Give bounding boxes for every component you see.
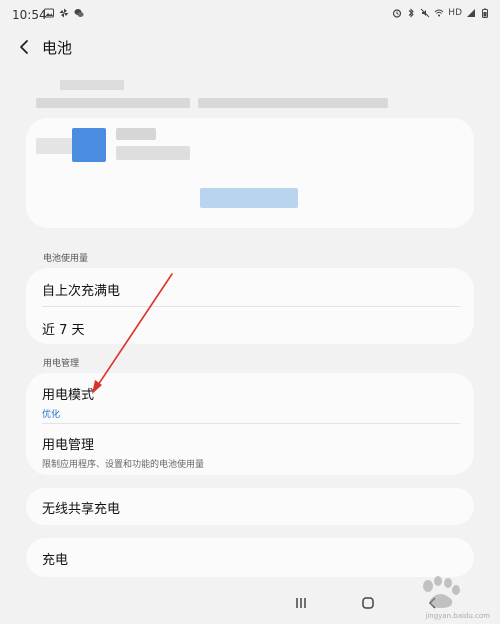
summary-blur-line-2 [36, 98, 190, 108]
battery-icon [482, 8, 488, 18]
charging-label: 充电 [42, 553, 69, 568]
divider [42, 306, 460, 307]
recent-apps-icon[interactable] [290, 592, 312, 614]
header: 电池 [0, 34, 500, 60]
battery-usage-card: 自上次充满电 近 7 天 [26, 268, 474, 344]
page-title: 电池 [42, 39, 73, 57]
status-blur-text-1 [116, 128, 156, 140]
chevron-left-icon[interactable] [14, 36, 36, 58]
power-management-item[interactable]: 用电管理 限制应用程序、设置和功能的电池使用量 [42, 434, 460, 470]
power-mode-item[interactable]: 用电模式 优化 [42, 384, 460, 420]
image-icon [44, 8, 54, 18]
power-mode-value: 优化 [42, 410, 61, 420]
status-right-icons: HD [392, 8, 490, 18]
status-bar: 10:54 HD [0, 0, 500, 30]
since-full-charge-label: 自上次充满电 [42, 284, 121, 299]
alarm-icon [393, 9, 402, 18]
status-blur-blue [72, 128, 106, 162]
wireless-powershare-item[interactable]: 无线共享充电 [42, 498, 460, 517]
section-label-management: 用电管理 [43, 359, 80, 369]
wireless-powershare-card[interactable]: 无线共享充电 [26, 488, 474, 525]
bluetooth-icon [408, 8, 415, 18]
power-management-label: 用电管理 [42, 438, 95, 453]
watermark-text: jingyan.baidu.com [425, 612, 490, 620]
power-mode-label: 用电模式 [42, 388, 95, 403]
status-blur-gray [36, 138, 76, 154]
hd-signal-icon [467, 9, 475, 17]
hd-label: HD [448, 8, 462, 18]
summary-blur-line-3 [198, 98, 388, 108]
home-icon[interactable] [357, 592, 379, 614]
status-blur-link[interactable] [200, 188, 298, 208]
status-time: 10:54 [12, 8, 47, 22]
wifi-icon [434, 9, 444, 17]
status-blur-text-2 [116, 146, 190, 160]
wechat-icon [74, 9, 84, 17]
wireless-powershare-label: 无线共享充电 [42, 502, 121, 517]
battery-status-card [26, 118, 474, 228]
summary-blur-line-1 [60, 80, 124, 90]
power-management-desc: 限制应用程序、设置和功能的电池使用量 [42, 460, 205, 470]
last-7-days-label: 近 7 天 [42, 323, 85, 338]
divider [42, 423, 460, 424]
power-management-card: 用电模式 优化 用电管理 限制应用程序、设置和功能的电池使用量 [26, 373, 474, 475]
last-7-days-item[interactable]: 近 7 天 [42, 319, 460, 338]
charging-item[interactable]: 充电 [42, 549, 460, 568]
charging-card[interactable]: 充电 [26, 538, 474, 577]
pinwheel-icon [59, 8, 69, 18]
baidu-jingyan-watermark-logo [423, 576, 460, 608]
section-label-usage: 电池使用量 [43, 254, 89, 264]
mute-icon [420, 8, 430, 18]
since-full-charge-item[interactable]: 自上次充满电 [42, 280, 460, 299]
status-left-icons [44, 8, 84, 18]
